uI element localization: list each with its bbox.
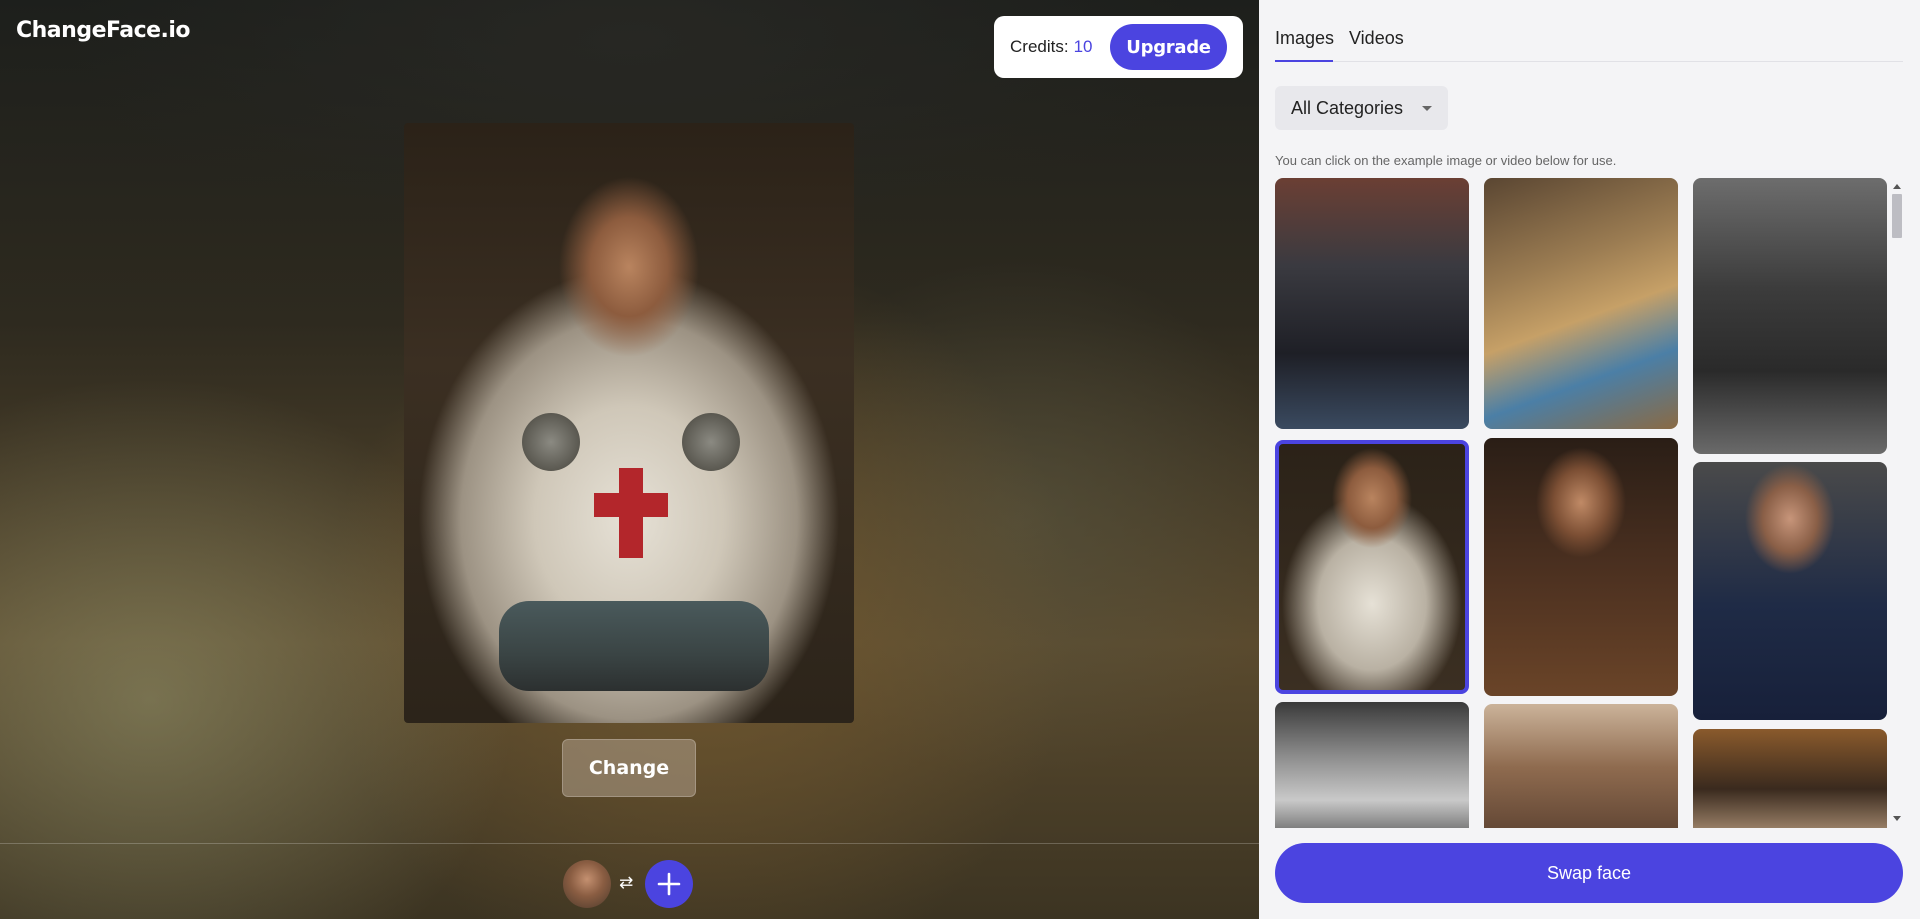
stage-area: ChangeFace.io Credits: 10 Upgrade Change… — [0, 0, 1259, 919]
example-thumbnail[interactable] — [1693, 462, 1887, 720]
upgrade-button[interactable]: Upgrade — [1110, 24, 1227, 70]
grid-scrollbar[interactable] — [1890, 178, 1904, 828]
credits-value: 10 — [1073, 37, 1093, 56]
example-thumbnail[interactable] — [1484, 704, 1678, 828]
swap-arrows-icon: ⇄ — [619, 873, 634, 892]
divider — [0, 843, 1259, 844]
caret-down-icon — [1422, 105, 1432, 111]
scroll-up-arrow-icon[interactable] — [1893, 184, 1901, 189]
example-thumbnail[interactable] — [1275, 178, 1469, 429]
plus-icon — [657, 872, 681, 896]
shoulder-emblem — [682, 413, 740, 471]
example-thumbnail[interactable] — [1693, 178, 1887, 454]
shoulder-emblem — [522, 413, 580, 471]
add-face-button[interactable] — [645, 860, 693, 908]
armored-gauntlets — [499, 601, 769, 691]
source-face-thumbnail[interactable] — [563, 860, 611, 908]
tab-videos[interactable]: Videos — [1349, 28, 1404, 49]
tab-images[interactable]: Images — [1275, 28, 1334, 49]
example-grid — [1275, 178, 1887, 828]
example-thumbnail[interactable] — [1693, 729, 1887, 828]
target-image — [404, 123, 854, 723]
scrollbar-thumb[interactable] — [1892, 194, 1902, 238]
scroll-down-arrow-icon[interactable] — [1893, 816, 1901, 821]
app-logo[interactable]: ChangeFace.io — [16, 18, 191, 43]
swap-face-button[interactable]: Swap face — [1275, 843, 1903, 903]
credits-label: Credits: — [1010, 37, 1069, 56]
category-select-value: All Categories — [1291, 97, 1404, 118]
active-tab-indicator — [1275, 60, 1333, 62]
credits-card: Credits: 10 Upgrade — [994, 16, 1243, 78]
red-cross — [594, 493, 668, 517]
examples-panel: Images Videos All Categories You can cli… — [1259, 0, 1920, 919]
usage-hint: You can click on the example image or vi… — [1275, 153, 1617, 168]
example-thumbnail-selected[interactable] — [1275, 440, 1469, 694]
example-thumbnail[interactable] — [1484, 178, 1678, 429]
example-thumbnail[interactable] — [1484, 438, 1678, 696]
example-thumbnail[interactable] — [1275, 702, 1469, 828]
category-select[interactable]: All Categories — [1275, 86, 1448, 130]
change-button[interactable]: Change — [562, 739, 696, 797]
